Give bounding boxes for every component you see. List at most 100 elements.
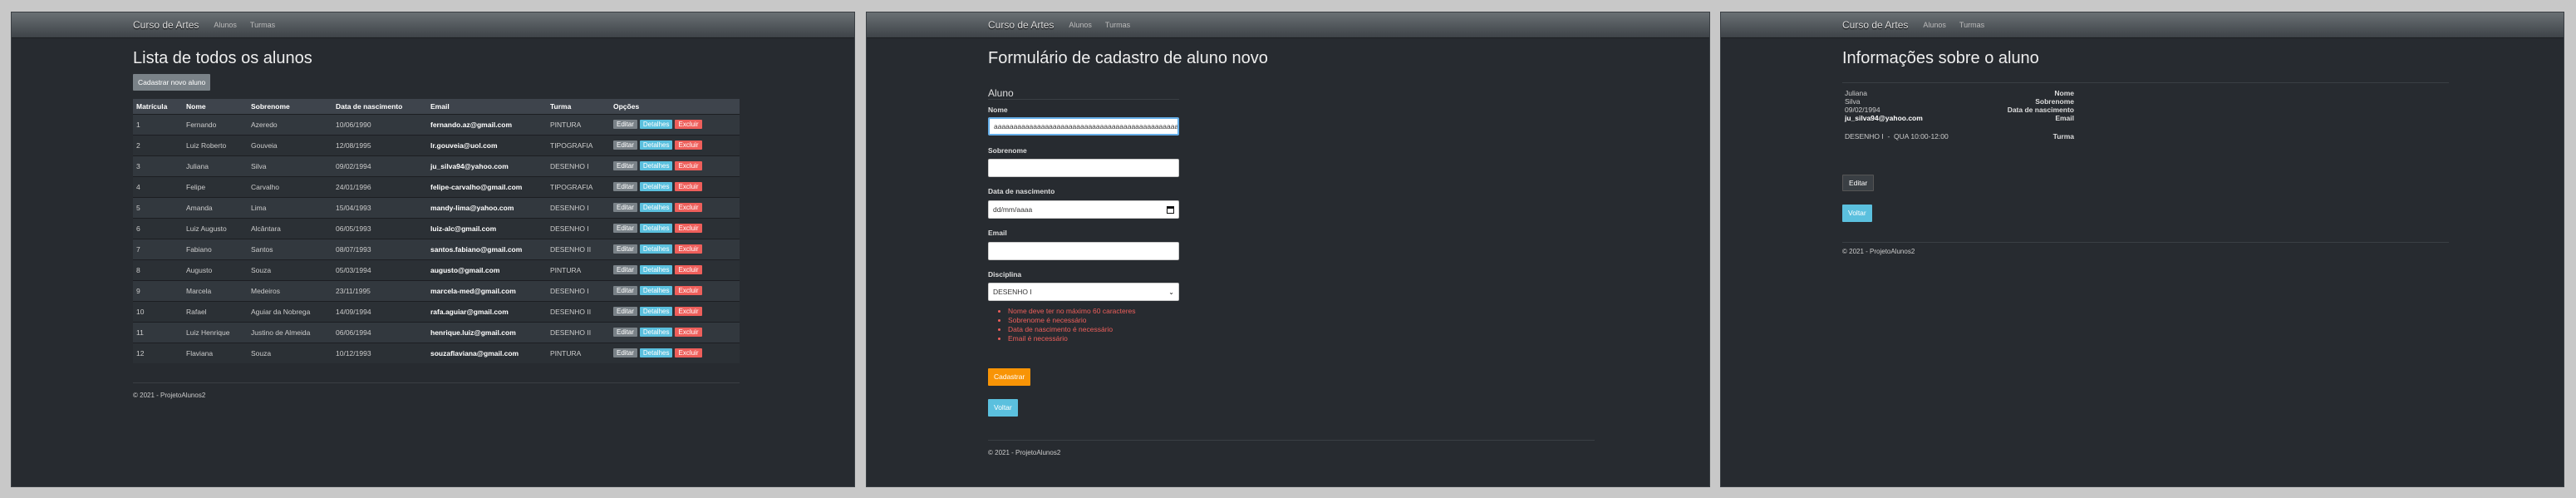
new-student-form-window: Curso de Artes Alunos Turmas Formulário …: [866, 12, 1710, 487]
delete-button[interactable]: Excluir: [675, 224, 702, 233]
delete-button[interactable]: Excluir: [675, 182, 702, 191]
edit-button[interactable]: Editar: [613, 161, 637, 170]
details-button[interactable]: Detalhes: [639, 348, 673, 358]
cell-sobrenome: Aguiar da Nobrega: [248, 300, 332, 322]
back-button[interactable]: Voltar: [988, 399, 1018, 417]
brand-link[interactable]: Curso de Artes: [133, 19, 199, 31]
cell-matricula: 1: [133, 113, 183, 135]
delete-button[interactable]: Excluir: [675, 286, 702, 295]
brand-link[interactable]: Curso de Artes: [1842, 19, 1908, 31]
error-item: Nome deve ter no máximo 60 caracteres: [1008, 307, 1136, 316]
sobrenome-input[interactable]: [988, 159, 1179, 177]
cell-nome: Felipe: [183, 175, 248, 197]
disciplina-label: Disciplina: [988, 270, 1022, 279]
details-button[interactable]: Detalhes: [639, 244, 673, 254]
delete-button[interactable]: Excluir: [675, 141, 702, 150]
cell-nome: Marcela: [183, 279, 248, 301]
data-nascimento-input[interactable]: dd/mm/aaaa: [988, 200, 1179, 219]
cell-sobrenome: Santos: [248, 238, 332, 259]
edit-button[interactable]: Editar: [613, 286, 637, 295]
cell-nome: Amanda: [183, 196, 248, 218]
edit-button[interactable]: Editar: [613, 182, 637, 191]
delete-button[interactable]: Excluir: [675, 203, 702, 212]
add-student-button[interactable]: Cadastrar novo aluno: [133, 74, 211, 91]
details-button[interactable]: Detalhes: [639, 286, 673, 295]
cell-opcoes: Editar Detalhes Excluir: [610, 321, 740, 343]
edit-button[interactable]: Editar: [613, 348, 637, 358]
disciplina-selected-value: DESENHO I: [993, 288, 1032, 296]
edit-button[interactable]: Editar: [613, 265, 637, 274]
email-input[interactable]: [988, 242, 1179, 260]
details-button[interactable]: Detalhes: [639, 203, 673, 212]
cell-opcoes: Editar Detalhes Excluir: [610, 259, 740, 280]
cell-nome: Juliana: [183, 155, 248, 176]
cell-matricula: 4: [133, 175, 183, 197]
cell-turma: PINTURA: [547, 113, 610, 135]
nav-link-turmas[interactable]: Turmas: [250, 21, 275, 29]
students-table-body: 1 Fernando Azeredo 10/06/1990 fernando.az@gm…: [133, 113, 740, 363]
delete-button[interactable]: Excluir: [675, 307, 702, 316]
delete-button[interactable]: Excluir: [675, 244, 702, 254]
header-email: Email: [427, 99, 547, 114]
edit-button[interactable]: Editar: [1842, 175, 1875, 191]
table-row: 11 Luiz Henrique Justino de Almeida 06/06/1…: [133, 321, 740, 343]
nav-link-alunos[interactable]: Alunos: [1923, 21, 1946, 29]
nome-input[interactable]: aaaaaaaaaaaaaaaaaaaaaaaaaaaaaaaaaaaaaaaa…: [988, 117, 1179, 136]
details-button[interactable]: Detalhes: [639, 141, 673, 150]
nav-link-turmas[interactable]: Turmas: [1105, 21, 1130, 29]
details-button[interactable]: Detalhes: [639, 120, 673, 129]
edit-button[interactable]: Editar: [613, 141, 637, 150]
nav-link-alunos[interactable]: Alunos: [214, 21, 237, 29]
table-header-row: Matrícula Nome Sobrenome Data de nascime…: [133, 99, 740, 114]
cell-matricula: 6: [133, 217, 183, 239]
cell-data-nascimento: 14/09/1994: [332, 300, 427, 322]
header-nome: Nome: [183, 99, 248, 114]
disciplina-select[interactable]: DESENHO I ⌄: [988, 283, 1179, 301]
chevron-down-icon: ⌄: [1168, 288, 1174, 296]
delete-button[interactable]: Excluir: [675, 161, 702, 170]
submit-button[interactable]: Cadastrar: [988, 368, 1031, 386]
nav-link-alunos[interactable]: Alunos: [1069, 21, 1092, 29]
navbar: Curso de Artes Alunos Turmas: [1721, 12, 2564, 38]
footer-divider: [133, 382, 740, 383]
details-button[interactable]: Detalhes: [639, 307, 673, 316]
cell-matricula: 5: [133, 196, 183, 218]
cell-data-nascimento: 06/06/1994: [332, 321, 427, 343]
brand-link[interactable]: Curso de Artes: [988, 19, 1054, 31]
page-title: Informações sobre o aluno: [1842, 49, 2039, 67]
footer-text: © 2021 - ProjetoAlunos2: [1842, 248, 1915, 255]
cell-sobrenome: Souza: [248, 342, 332, 363]
edit-button[interactable]: Editar: [613, 328, 637, 337]
edit-button[interactable]: Editar: [613, 307, 637, 316]
delete-button[interactable]: Excluir: [675, 265, 702, 274]
cell-data-nascimento: 10/12/1993: [332, 342, 427, 363]
detail-value: Silva: [1845, 97, 1861, 106]
cell-data-nascimento: 12/08/1995: [332, 134, 427, 155]
delete-button[interactable]: Excluir: [675, 120, 702, 129]
navbar: Curso de Artes Alunos Turmas: [12, 12, 854, 38]
edit-button[interactable]: Editar: [613, 244, 637, 254]
details-button[interactable]: Detalhes: [639, 328, 673, 337]
delete-button[interactable]: Excluir: [675, 348, 702, 358]
back-button[interactable]: Voltar: [1842, 205, 1872, 222]
cell-email: ju_silva94@yahoo.com: [427, 155, 547, 176]
details-button[interactable]: Detalhes: [639, 265, 673, 274]
cell-sobrenome: Carvalho: [248, 175, 332, 197]
cell-nome: Augusto: [183, 259, 248, 280]
calendar-icon[interactable]: [1167, 205, 1174, 214]
cell-data-nascimento: 24/01/1996: [332, 175, 427, 197]
edit-button[interactable]: Editar: [613, 203, 637, 212]
edit-button[interactable]: Editar: [613, 120, 637, 129]
details-button[interactable]: Detalhes: [639, 161, 673, 170]
nav-link-turmas[interactable]: Turmas: [1959, 21, 1984, 29]
details-button[interactable]: Detalhes: [639, 224, 673, 233]
cell-nome: Flaviana: [183, 342, 248, 363]
details-button[interactable]: Detalhes: [639, 182, 673, 191]
delete-button[interactable]: Excluir: [675, 328, 702, 337]
cell-matricula: 9: [133, 279, 183, 301]
cell-data-nascimento: 08/07/1993: [332, 238, 427, 259]
detail-value: ju_silva94@yahoo.com: [1845, 114, 1923, 122]
table-row: 9 Marcela Medeiros 23/11/1995 marcela-med@gm…: [133, 279, 740, 301]
cell-email: felipe-carvalho@gmail.com: [427, 175, 547, 197]
edit-button[interactable]: Editar: [613, 224, 637, 233]
